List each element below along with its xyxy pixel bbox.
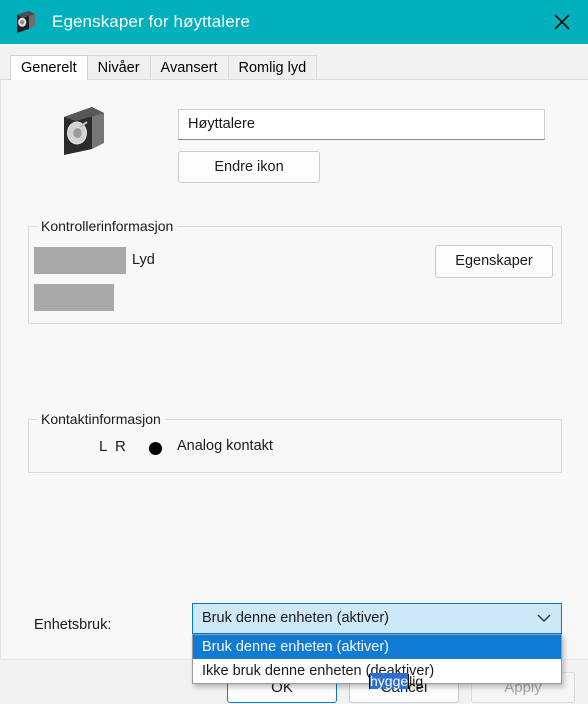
jack-channels-label: L R <box>99 438 128 455</box>
tab-generelt[interactable]: Generelt <box>10 55 88 80</box>
controller-information-title: Kontrollerinformasjon <box>37 218 178 234</box>
jack-type-label: Analog kontakt <box>177 438 273 454</box>
ime-composition-text: hygge <box>370 673 409 689</box>
change-icon-button[interactable]: Endre ikon <box>178 151 320 183</box>
tab-romlig-lyd-label: Romlig lyd <box>238 60 307 76</box>
device-name-input[interactable]: Høyttalere <box>178 109 545 140</box>
title-bar: Egenskaper for høyttalere <box>0 0 588 44</box>
device-usage-label: Enhetsbruk: <box>34 617 112 633</box>
redacted-controller-driver <box>34 284 114 311</box>
properties-dialog: Egenskaper for høyttalere Generelt Nivåe… <box>0 0 588 704</box>
chevron-down-icon[interactable] <box>537 604 551 633</box>
controller-properties-button[interactable]: Egenskaper <box>435 245 553 278</box>
jack-information-group: Kontaktinformasjon L R Analog kontakt <box>28 411 562 473</box>
redacted-controller-name <box>34 247 126 274</box>
controller-information-group: Kontrollerinformasjon Lyd Egenskaper <box>28 218 562 324</box>
tab-nivaer[interactable]: Nivåer <box>86 55 151 80</box>
jack-information-title: Kontaktinformasjon <box>37 411 165 427</box>
tab-avansert[interactable]: Avansert <box>149 55 229 80</box>
close-icon[interactable] <box>536 0 588 44</box>
tab-avansert-label: Avansert <box>160 60 218 76</box>
device-usage-selected-value: Bruk denne enheten (aktiver) <box>202 610 389 626</box>
jack-dot-icon <box>149 442 162 455</box>
speaker-icon <box>14 10 38 34</box>
device-speaker-icon <box>62 105 106 157</box>
tab-generelt-label: Generelt <box>21 60 77 76</box>
ime-composition-overlay: hyggelig <box>369 672 423 690</box>
ime-suffix-text: lig <box>409 673 424 689</box>
tab-nivaer-label: Nivåer <box>97 60 140 76</box>
device-usage-option-enable[interactable]: Bruk denne enheten (aktiver) <box>193 635 561 659</box>
tab-romlig-lyd[interactable]: Romlig lyd <box>227 55 318 80</box>
controller-suffix-label: Lyd <box>132 252 155 268</box>
window-title: Egenskaper for høyttalere <box>52 12 251 31</box>
device-usage-combobox[interactable]: Bruk denne enheten (aktiver) <box>192 603 562 634</box>
tab-strip: Generelt Nivåer Avansert Romlig lyd <box>0 44 588 80</box>
